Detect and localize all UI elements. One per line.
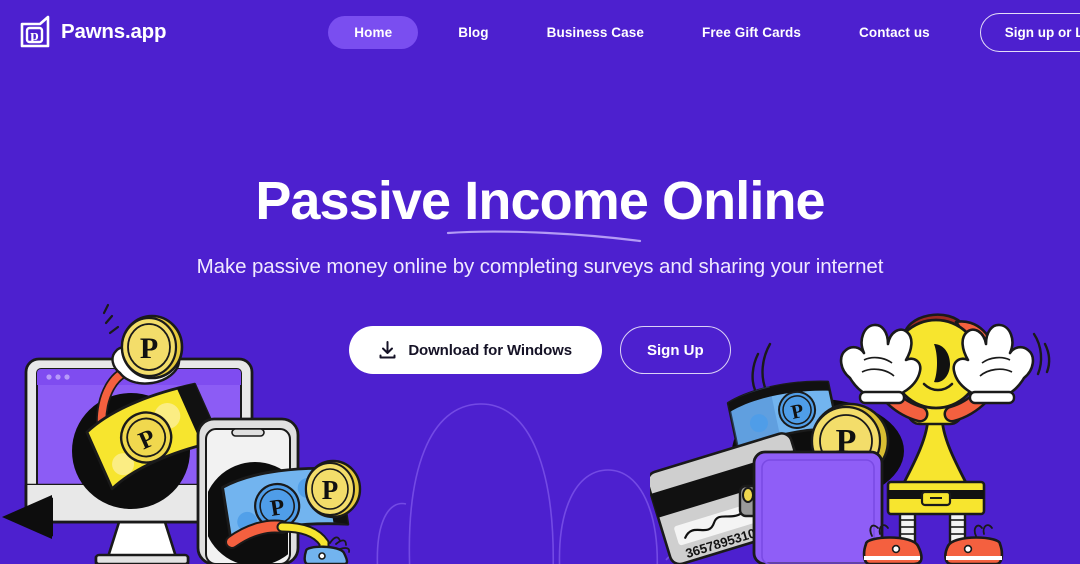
download-button-label: Download for Windows [408, 341, 572, 359]
sign-up-button[interactable]: Sign Up [620, 326, 731, 374]
download-for-windows-button[interactable]: Download for Windows [349, 326, 602, 374]
page-subtitle: Make passive money online by completing … [196, 255, 884, 278]
nav-item-business-case[interactable]: Business Case [529, 16, 662, 49]
nav-links: Home Blog Business Case Free Gift Cards … [328, 12, 1080, 52]
nav-item-free-gift-cards[interactable]: Free Gift Cards [684, 16, 819, 49]
title-underline-swoosh [446, 230, 642, 243]
nav-item-home[interactable]: Home [328, 15, 419, 49]
page-title: Passive Income Online [255, 171, 825, 231]
brand-logo[interactable]: p Pawns.app [18, 15, 166, 49]
cta-row: Download for Windows Sign Up [0, 326, 1080, 374]
download-icon [379, 341, 396, 359]
svg-text:P: P [322, 475, 339, 505]
brand-name: Pawns.app [61, 20, 167, 43]
signup-or-login-button[interactable]: Sign up or Log in [979, 12, 1080, 52]
nav-item-blog[interactable]: Blog [440, 16, 506, 49]
svg-text:p: p [30, 28, 38, 44]
pawns-logo-icon: p [20, 15, 50, 48]
nav-item-contact-us[interactable]: Contact us [841, 16, 948, 49]
landing-page: P P P P P P 3657895310004 p Pawns.app Ho… [0, 0, 1080, 564]
top-navigation-bar: p Pawns.app Home Blog Business Case Free… [0, 0, 1080, 64]
